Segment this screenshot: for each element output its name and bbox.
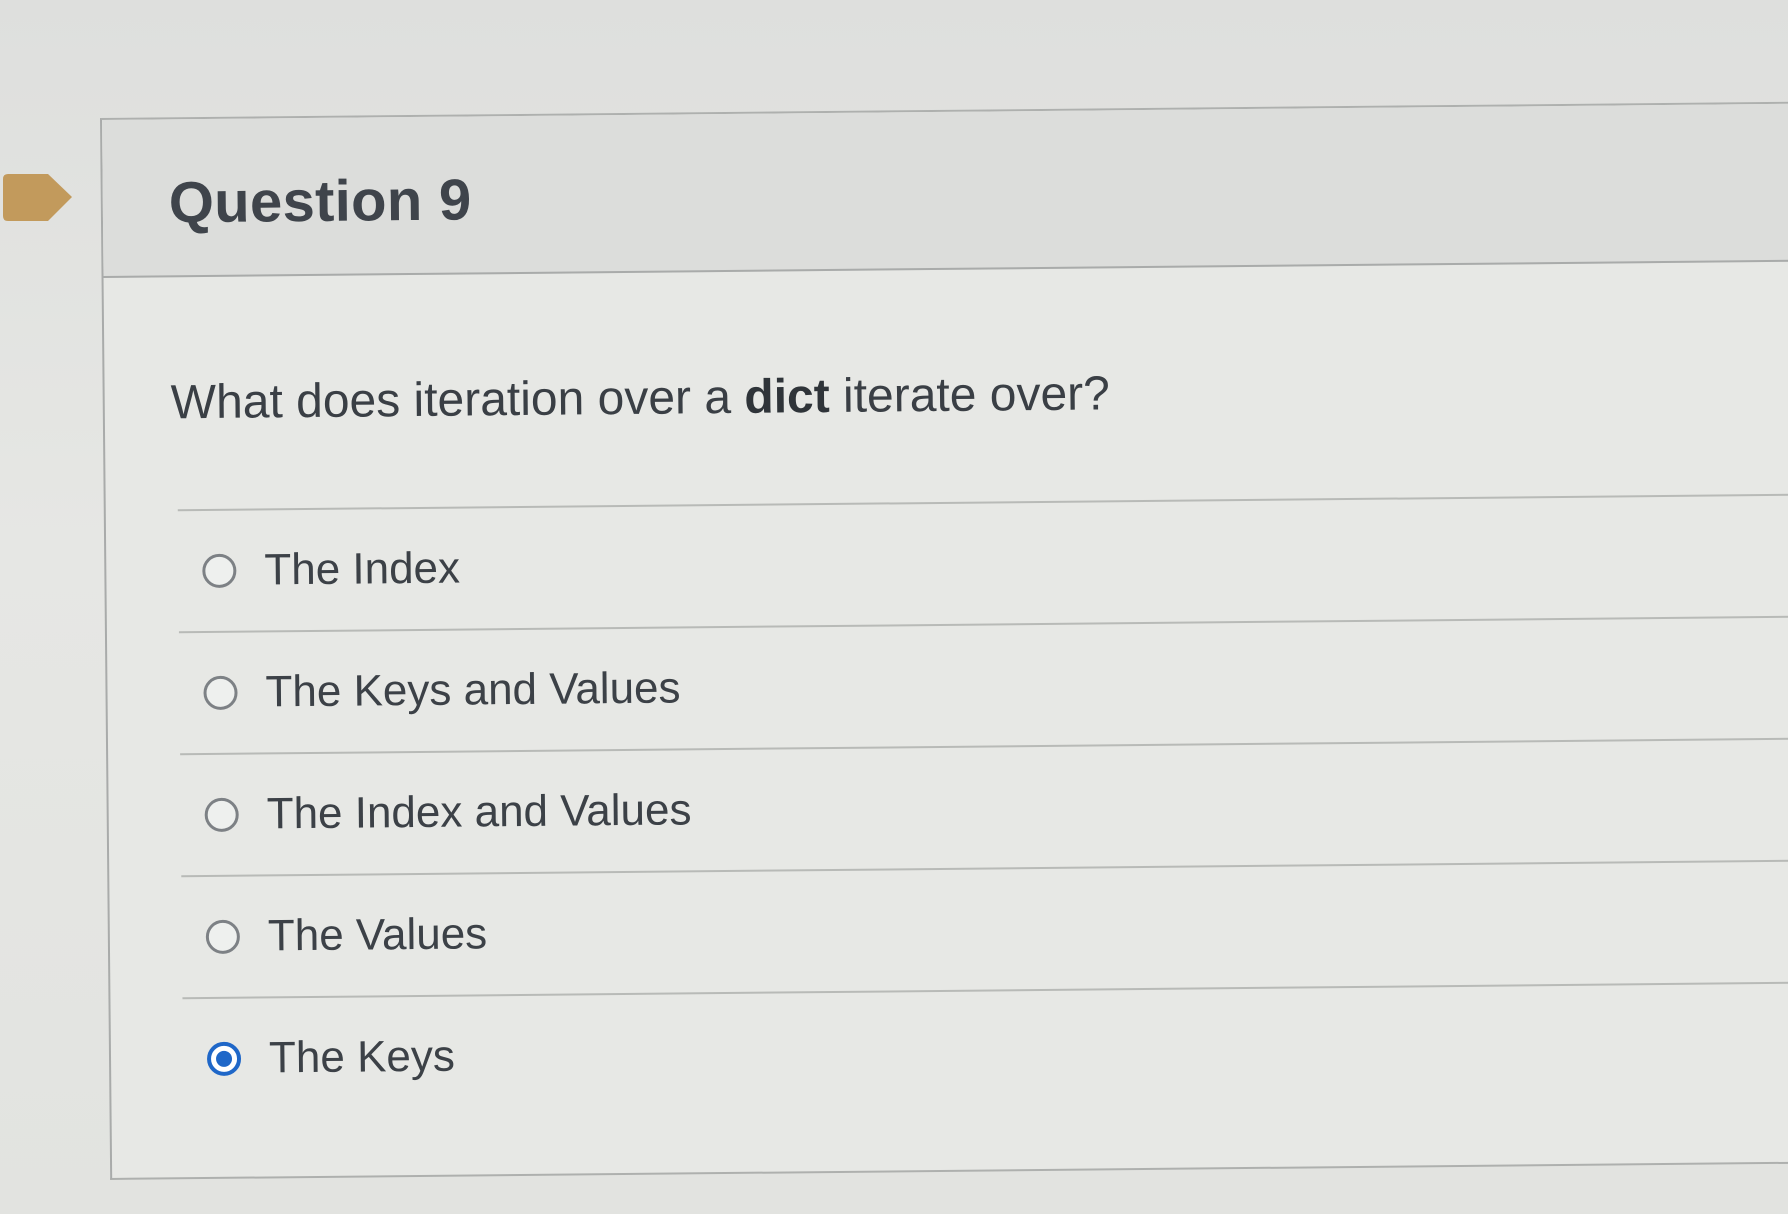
answer-option-index[interactable]: The Index <box>177 493 1788 632</box>
answer-option-keys-and-values[interactable]: The Keys and Values <box>178 615 1788 754</box>
radio-button-index[interactable] <box>202 553 237 589</box>
answer-label: The Index <box>264 543 461 595</box>
question-text-before: What does iteration over a <box>170 370 745 430</box>
question-card: Question 9 What does iteration over a di… <box>100 101 1788 1180</box>
radio-button-keys-selected[interactable] <box>206 1041 242 1077</box>
question-text-after: iterate over? <box>829 367 1111 424</box>
answer-option-keys[interactable]: The Keys <box>182 981 1788 1120</box>
answer-option-index-and-values[interactable]: The Index and Values <box>180 737 1788 876</box>
answer-label: The Keys and Values <box>265 663 681 717</box>
question-text: What does iteration over a dict iterate … <box>170 366 1110 430</box>
radio-button-index-and-values[interactable] <box>204 797 239 833</box>
question-text-code: dict <box>744 370 830 424</box>
radio-button-keys-and-values[interactable] <box>203 675 238 711</box>
question-title: Question 9 <box>168 167 472 236</box>
bookmark-flag-icon[interactable] <box>0 171 74 224</box>
radio-button-values[interactable] <box>205 919 241 955</box>
answer-list: The Index The Keys and Values The Index … <box>177 493 1788 1120</box>
answer-label: The Keys <box>268 1031 456 1083</box>
answer-label: The Values <box>267 909 488 961</box>
answer-option-values[interactable]: The Values <box>181 859 1788 998</box>
question-header: Question 9 <box>102 103 1788 278</box>
answer-label: The Index and Values <box>266 785 692 839</box>
